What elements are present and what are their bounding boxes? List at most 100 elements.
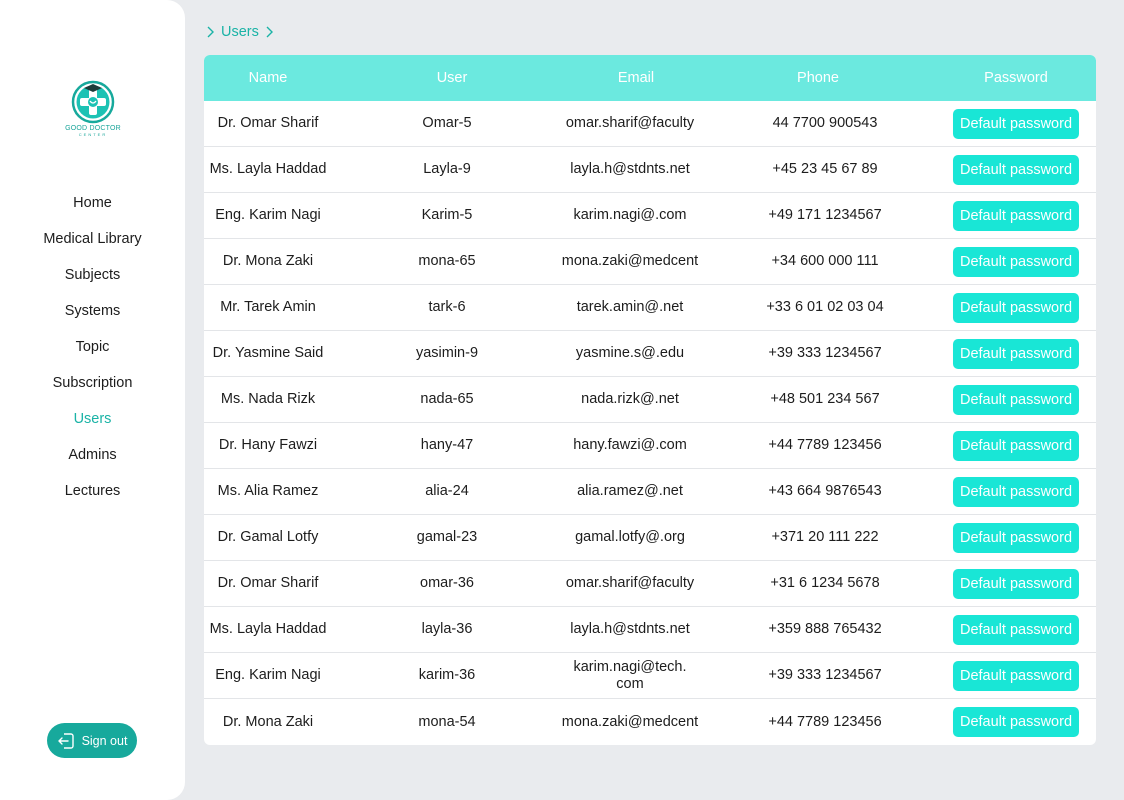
nav-item-medical-library[interactable]: Medical Library [0, 221, 185, 257]
cell-password: Default password [952, 568, 1080, 599]
table-row: Eng. Karim Nagi karim-36 karim.nagi@tech. … [204, 653, 1096, 699]
cell-user: nada-65 [420, 391, 474, 407]
default-password-button[interactable]: Default password [952, 292, 1080, 323]
table-row: Ms. Nada Rizk nada-65 nada.rizk@.net +48 50… [204, 377, 1096, 423]
cell-user: hany-47 [420, 437, 474, 453]
table-row: Dr. Gamal Lotfy gamal-23 gamal.lotfy@.org +… [204, 515, 1096, 561]
cell-user: omar-36 [420, 575, 474, 591]
cell-name: Ms. Nada Rizk [220, 391, 316, 407]
logo-title: GOOD DOCTOR [65, 125, 121, 132]
cell-user: mona-65 [418, 253, 476, 269]
default-password-button[interactable]: Default password [952, 660, 1080, 691]
chevron-right-icon [207, 26, 214, 38]
cell-user: yasimin-9 [415, 345, 479, 361]
sidebar-nav: Home Medical Library Subjects Systems To… [0, 185, 185, 509]
cell-user: mona-54 [418, 713, 476, 730]
nav-item-lectures[interactable]: Lectures [0, 473, 185, 509]
cell-phone: +34 600 000 111 [771, 253, 879, 269]
cell-email: gamal.lotfy@.org [575, 529, 685, 545]
cell-name: Dr. Yasmine Said [212, 345, 324, 361]
nav-item-home[interactable]: Home [0, 185, 185, 221]
default-password-button[interactable]: Default password [952, 154, 1080, 185]
cell-email: yasmine.s@.edu [575, 345, 685, 361]
cell-password: Default password [952, 200, 1080, 231]
cell-name: Eng. Karim Nagi [215, 667, 321, 683]
default-password-button[interactable]: Default password [952, 246, 1080, 277]
default-password-button[interactable]: Default password [952, 108, 1080, 139]
sidebar: GOOD DOCTOR CENTER Home Medical Library … [0, 0, 185, 800]
cell-name: Dr. Gamal Lotfy [217, 529, 319, 545]
default-password-button[interactable]: Default password [952, 384, 1080, 415]
breadcrumb: Users [206, 22, 274, 42]
nav-item-systems[interactable]: Systems [0, 293, 185, 329]
cell-password: Default password [952, 430, 1080, 461]
table-row: Ms. Layla Haddad Layla-9 layla.h@stdnts.ne… [204, 147, 1096, 193]
cell-email: hany.fawzi@.com [573, 437, 687, 453]
cell-phone: +39 333 1234567 [768, 667, 882, 683]
sign-out-icon [57, 732, 74, 749]
nav-item-users[interactable]: Users [0, 401, 185, 437]
cell-password: Default password [952, 338, 1080, 369]
cell-phone: +45 23 45 67 89 [772, 161, 878, 177]
default-password-button[interactable]: Default password [952, 200, 1080, 231]
cell-password: Default password [952, 154, 1080, 185]
cell-phone: +44 7789 123456 [768, 713, 882, 730]
cell-user: Layla-9 [423, 161, 471, 177]
nav-item-topic[interactable]: Topic [0, 329, 185, 365]
cell-password: Default password [952, 292, 1080, 323]
table-row: Dr. Mona Zaki mona-54 mona.zaki@medcent +44… [204, 699, 1096, 745]
logo-icon [71, 80, 115, 124]
sign-out-button[interactable]: Sign out [47, 723, 137, 758]
cell-name: Ms. Layla Haddad [209, 161, 327, 177]
default-password-button[interactable]: Default password [952, 707, 1080, 737]
cell-email: layla.h@stdnts.net [570, 161, 690, 177]
cell-user: karim-36 [418, 667, 476, 683]
nav-item-subscription[interactable]: Subscription [0, 365, 185, 401]
cell-phone: +48 501 234 567 [770, 391, 880, 407]
cell-password: Default password [952, 246, 1080, 277]
cell-name: Dr. Mona Zaki [222, 253, 314, 269]
cell-email: mona.zaki@medcent [561, 713, 699, 730]
table-row: Dr. Omar Sharif omar-36 omar.sharif@facult… [204, 561, 1096, 607]
default-password-button[interactable]: Default password [952, 476, 1080, 507]
cell-phone: +44 7789 123456 [768, 437, 882, 453]
column-header-user: User [436, 70, 468, 86]
cell-password: Default password [952, 476, 1080, 507]
column-header-email: Email [617, 70, 655, 86]
users-table: Name User Email Phone Password Dr. Omar … [204, 55, 1096, 745]
cell-password: Default password [952, 384, 1080, 415]
cell-email: mona.zaki@medcent [561, 253, 699, 269]
cell-email: layla.h@stdnts.net [570, 621, 690, 637]
default-password-button[interactable]: Default password [952, 338, 1080, 369]
nav-item-subjects[interactable]: Subjects [0, 257, 185, 293]
default-password-button[interactable]: Default password [952, 430, 1080, 461]
cell-name: Dr. Omar Sharif [217, 115, 319, 131]
cell-phone: +31 6 1234 5678 [770, 575, 880, 591]
cell-email: omar.sharif@faculty [565, 575, 695, 591]
cell-user: Karim-5 [421, 207, 473, 223]
cell-user: layla-36 [421, 621, 473, 637]
default-password-button[interactable]: Default password [952, 522, 1080, 553]
cell-password: Default password [952, 614, 1080, 645]
column-header-name: Name [248, 70, 288, 86]
cell-name: Eng. Karim Nagi [215, 207, 321, 223]
table-row: Dr. Hany Fawzi hany-47 hany.fawzi@.com +44 … [204, 423, 1096, 469]
cell-phone: +43 664 9876543 [768, 483, 882, 499]
cell-email: tarek.amin@.net [576, 299, 684, 315]
logo[interactable]: GOOD DOCTOR CENTER [62, 80, 124, 142]
cell-password: Default password [952, 522, 1080, 553]
chevron-right-icon [266, 26, 273, 38]
cell-name: Ms. Alia Ramez [217, 483, 319, 499]
nav-item-admins[interactable]: Admins [0, 437, 185, 473]
table-row: Dr. Omar Sharif Omar-5 omar.sharif@faculty… [204, 101, 1096, 147]
cell-name: Dr. Hany Fawzi [218, 437, 318, 453]
column-header-password: Password [984, 70, 1048, 86]
default-password-button[interactable]: Default password [952, 614, 1080, 645]
column-header-phone: Phone [797, 70, 839, 86]
cell-password: Default password [952, 660, 1080, 691]
cell-email: alia.ramez@.net [577, 483, 683, 499]
breadcrumb-users[interactable]: Users [221, 24, 259, 40]
cell-user: Omar-5 [422, 115, 472, 131]
default-password-button[interactable]: Default password [952, 568, 1080, 599]
cell-phone: +39 333 1234567 [768, 345, 882, 361]
